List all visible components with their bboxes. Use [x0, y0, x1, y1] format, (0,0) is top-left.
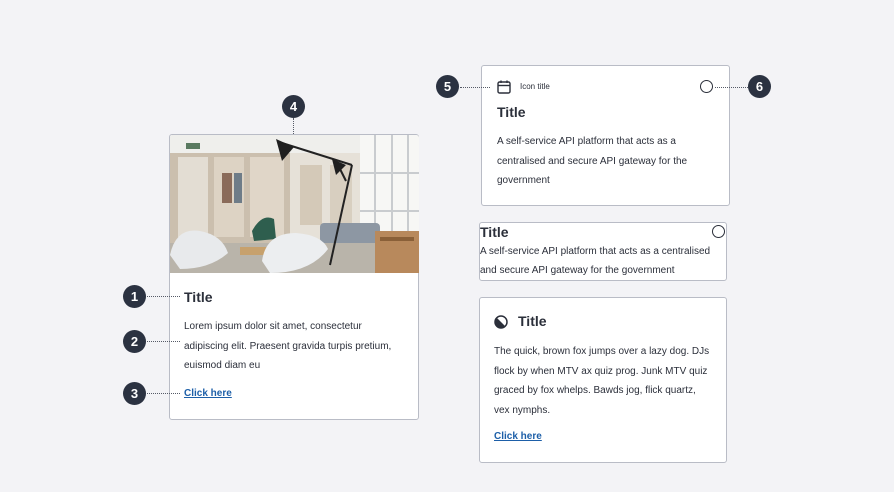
leader-line-title: [147, 296, 180, 297]
annotation-marker-link: 3: [123, 382, 146, 405]
calendar-icon: [497, 80, 511, 94]
icon-card: Title The quick, brown fox jumps over a …: [479, 297, 727, 463]
leader-line-selector: [715, 87, 748, 88]
card-link[interactable]: Click here: [184, 388, 232, 399]
card-body: The quick, brown fox jumps over a lazy d…: [494, 346, 710, 416]
annotation-marker-icon-title: 5: [436, 75, 459, 98]
card-title: Title: [518, 313, 547, 329]
card-body: A self-service API platform that acts as…: [497, 136, 688, 186]
card-body: A self-service API platform that acts as…: [480, 246, 711, 276]
card-title: Title: [480, 224, 509, 240]
selectable-card[interactable]: Icon title Title A self-service API plat…: [481, 65, 730, 206]
leader-line-body: [147, 341, 180, 342]
leader-line-image: [293, 118, 294, 134]
compact-card[interactable]: Title A self-service API platform that a…: [479, 222, 727, 281]
card-link[interactable]: Click here: [494, 431, 542, 442]
office-photo: [170, 135, 419, 273]
card-body: Lorem ipsum dolor sit amet, consectetur …: [184, 321, 392, 371]
annotation-marker-image: 4: [282, 95, 305, 118]
annotation-marker-selector: 6: [748, 75, 771, 98]
half-circle-icon: [494, 315, 508, 329]
leader-line-icon-title: [460, 87, 490, 88]
selector-radio[interactable]: [712, 225, 725, 238]
selector-radio[interactable]: [700, 80, 713, 93]
card-title: Title: [184, 289, 213, 305]
image-card: Title Lorem ipsum dolor sit amet, consec…: [169, 134, 419, 420]
annotation-marker-body: 2: [123, 330, 146, 353]
card-title: Title: [497, 104, 526, 120]
card-image: [170, 135, 419, 273]
icon-title: Icon title: [520, 82, 550, 91]
leader-line-link: [147, 393, 180, 394]
annotation-marker-title: 1: [123, 285, 146, 308]
